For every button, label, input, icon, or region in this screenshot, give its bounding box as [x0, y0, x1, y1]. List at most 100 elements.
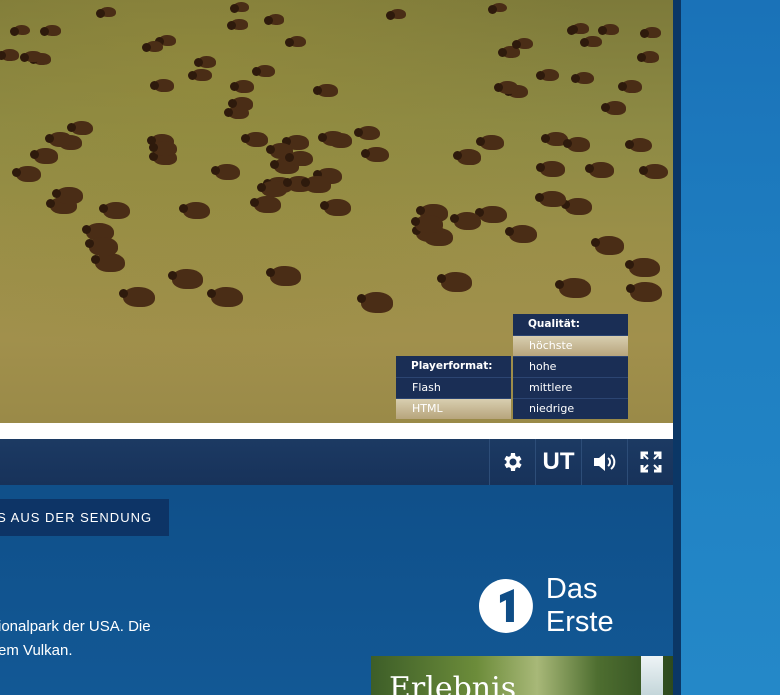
bison-figure — [561, 198, 593, 216]
quality-heading: Qualität: — [528, 318, 581, 330]
bison-figure — [167, 268, 204, 289]
format-option-html[interactable]: HTML — [396, 398, 511, 419]
settings-button[interactable] — [489, 439, 535, 485]
bison-figure — [9, 24, 31, 36]
bison-figure — [494, 81, 519, 94]
das-erste-logo[interactable]: Das Erste — [478, 573, 673, 638]
bison-figure — [386, 8, 407, 20]
bison-figure — [149, 79, 174, 92]
ard-one-logo-icon — [478, 579, 533, 633]
subtitles-button[interactable]: UT — [535, 439, 581, 485]
bison-figure — [570, 71, 595, 85]
bison-figure — [11, 166, 41, 183]
bison-figure — [475, 205, 507, 224]
bison-figure — [562, 136, 591, 152]
bison-figure — [504, 225, 538, 244]
bison-figure — [300, 176, 331, 193]
bison-figure — [284, 150, 313, 167]
bison-figure — [568, 23, 590, 34]
volume-button[interactable] — [581, 439, 627, 485]
quality-option-highest[interactable]: höchste — [513, 335, 628, 356]
bison-figure — [353, 125, 381, 141]
bison-figure — [45, 132, 73, 147]
bison-figure — [84, 237, 119, 256]
right-rail — [681, 0, 780, 695]
bison-figure — [590, 236, 624, 255]
bison-figure — [193, 55, 217, 68]
promo-teaser[interactable]: Erlebnis — [371, 656, 673, 695]
bison-figure — [639, 26, 661, 38]
bison-figure — [29, 148, 58, 164]
bison-figure — [411, 215, 444, 233]
logo-text: Das Erste — [545, 573, 614, 638]
bison-figure — [624, 137, 653, 153]
bison-figure — [511, 37, 534, 49]
fullscreen-icon — [640, 451, 661, 473]
bison-figure — [40, 24, 62, 36]
gear-icon — [503, 453, 522, 471]
bison-figure — [20, 50, 43, 63]
description-text: ionalpark der USA. Die em Vulkan. — [0, 615, 360, 663]
bison-figure — [436, 271, 472, 292]
bison-figure — [356, 291, 394, 313]
bison-figure — [487, 2, 508, 14]
bison-figure — [250, 195, 282, 213]
bison-figure — [178, 201, 210, 219]
bison-figure — [241, 131, 269, 147]
bison-figure — [625, 257, 660, 277]
bison-figure — [229, 2, 250, 13]
bison-figure — [229, 80, 254, 94]
bison-figure — [636, 51, 660, 63]
player-format-heading: Playerformat: — [411, 360, 493, 372]
quality-menu: Qualität: höchste hohe mittlere niedrige — [513, 314, 628, 419]
bison-figure — [66, 121, 94, 136]
player-format-menu: Playerformat: Flash HTML — [396, 356, 511, 419]
bison-figure — [188, 69, 212, 82]
bison-figure — [535, 161, 565, 177]
bison-figure — [360, 147, 389, 163]
format-option-flash[interactable]: Flash — [396, 377, 511, 398]
quality-option-low[interactable]: niedrige — [513, 398, 628, 419]
bison-figure — [617, 80, 642, 93]
bison-figure — [584, 161, 614, 178]
bison-figure — [535, 68, 560, 82]
bison-figure — [96, 7, 117, 19]
fullscreen-button[interactable] — [627, 439, 673, 485]
bison-figure — [263, 14, 285, 26]
bison-figure — [320, 198, 352, 216]
bison-figure — [600, 101, 627, 115]
bison-figure — [318, 131, 346, 147]
bison-figure — [639, 163, 669, 180]
videos-tab-button[interactable]: OS AUS DER SENDUNG — [0, 499, 169, 536]
bison-figure — [598, 23, 619, 35]
bison-figure — [149, 141, 178, 157]
waterfall-image — [641, 656, 663, 695]
bison-figure — [98, 201, 130, 219]
bison-figure — [476, 135, 504, 151]
bison-figure — [227, 19, 248, 30]
bison-figure — [626, 281, 663, 303]
bison-figure — [228, 97, 254, 111]
bison-figure — [449, 212, 482, 230]
bison-figure — [555, 278, 591, 299]
video-progress-strip[interactable] — [0, 423, 673, 439]
bison-figure — [90, 252, 125, 273]
bison-figure — [52, 187, 83, 204]
description-line-1: ionalpark der USA. Die — [0, 618, 151, 635]
bison-figure — [535, 190, 566, 208]
bison-figure — [266, 265, 302, 286]
bison-figure — [141, 40, 164, 53]
quality-option-high[interactable]: hohe — [513, 356, 628, 377]
rail-divider — [673, 0, 681, 695]
bison-figure — [210, 164, 240, 181]
bison-figure — [580, 36, 602, 48]
videos-tab-label: OS AUS DER SENDUNG — [0, 510, 153, 525]
quality-option-medium[interactable]: mittlere — [513, 377, 628, 398]
description-line-2: em Vulkan. — [0, 642, 73, 659]
bison-figure — [251, 64, 275, 77]
promo-title: Erlebnis — [389, 671, 517, 695]
player-control-bar: UT — [0, 439, 673, 485]
bison-figure — [452, 149, 481, 165]
bison-figure — [118, 286, 156, 308]
bison-figure — [284, 36, 307, 48]
